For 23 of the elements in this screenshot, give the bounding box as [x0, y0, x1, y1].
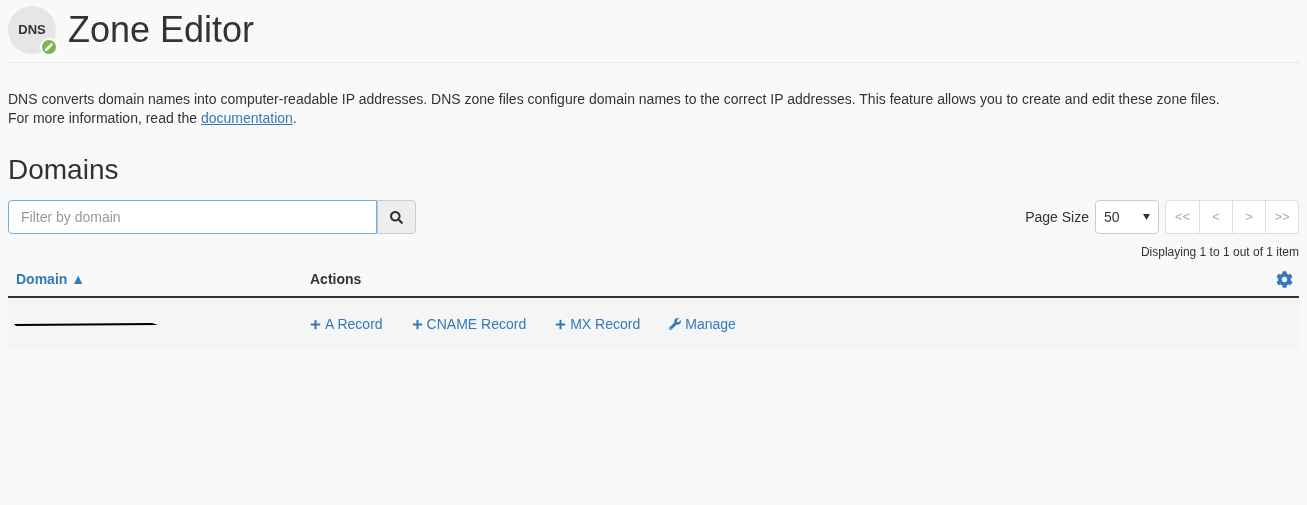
section-title: Domains: [8, 156, 120, 184]
action-link[interactable]: CNAME Record: [411, 313, 527, 335]
description-text: DNS converts domain names into computer-readable IP addresses. DNS zone files configure domain names to the correct IP addresses. This feature allows you to create and edit these zone files. For more information, read the documentation.: [8, 90, 1221, 128]
search-icon: [390, 210, 403, 224]
column-header: Actions: [310, 271, 362, 287]
action-link[interactable]: MX Record: [555, 313, 641, 335]
plus-icon: [411, 318, 423, 330]
action-link[interactable]: A Record: [310, 313, 383, 335]
page-size-label: Page Size: [1025, 207, 1089, 227]
plus-icon: [310, 318, 321, 330]
dns-badge-icon: DNS: [8, 6, 56, 54]
column-header[interactable]: Domain ▲: [16, 271, 86, 287]
filter-field[interactable]: Filter by domain: [8, 200, 377, 234]
documentation-link[interactable]: documentation: [201, 110, 293, 126]
plus-icon: [555, 318, 567, 330]
wrench-icon: [669, 318, 682, 330]
action-link[interactable]: Manage: [669, 313, 736, 335]
search-button[interactable]: [377, 200, 416, 234]
displaying-text: Displaying 1 to 1 out of 1 item: [1140, 244, 1299, 261]
page-size-select[interactable]: 50: [1095, 200, 1159, 234]
settings-icon[interactable]: [1276, 270, 1293, 288]
page-title: Zone Editor: [68, 12, 255, 48]
caret-icon: [1143, 214, 1150, 220]
